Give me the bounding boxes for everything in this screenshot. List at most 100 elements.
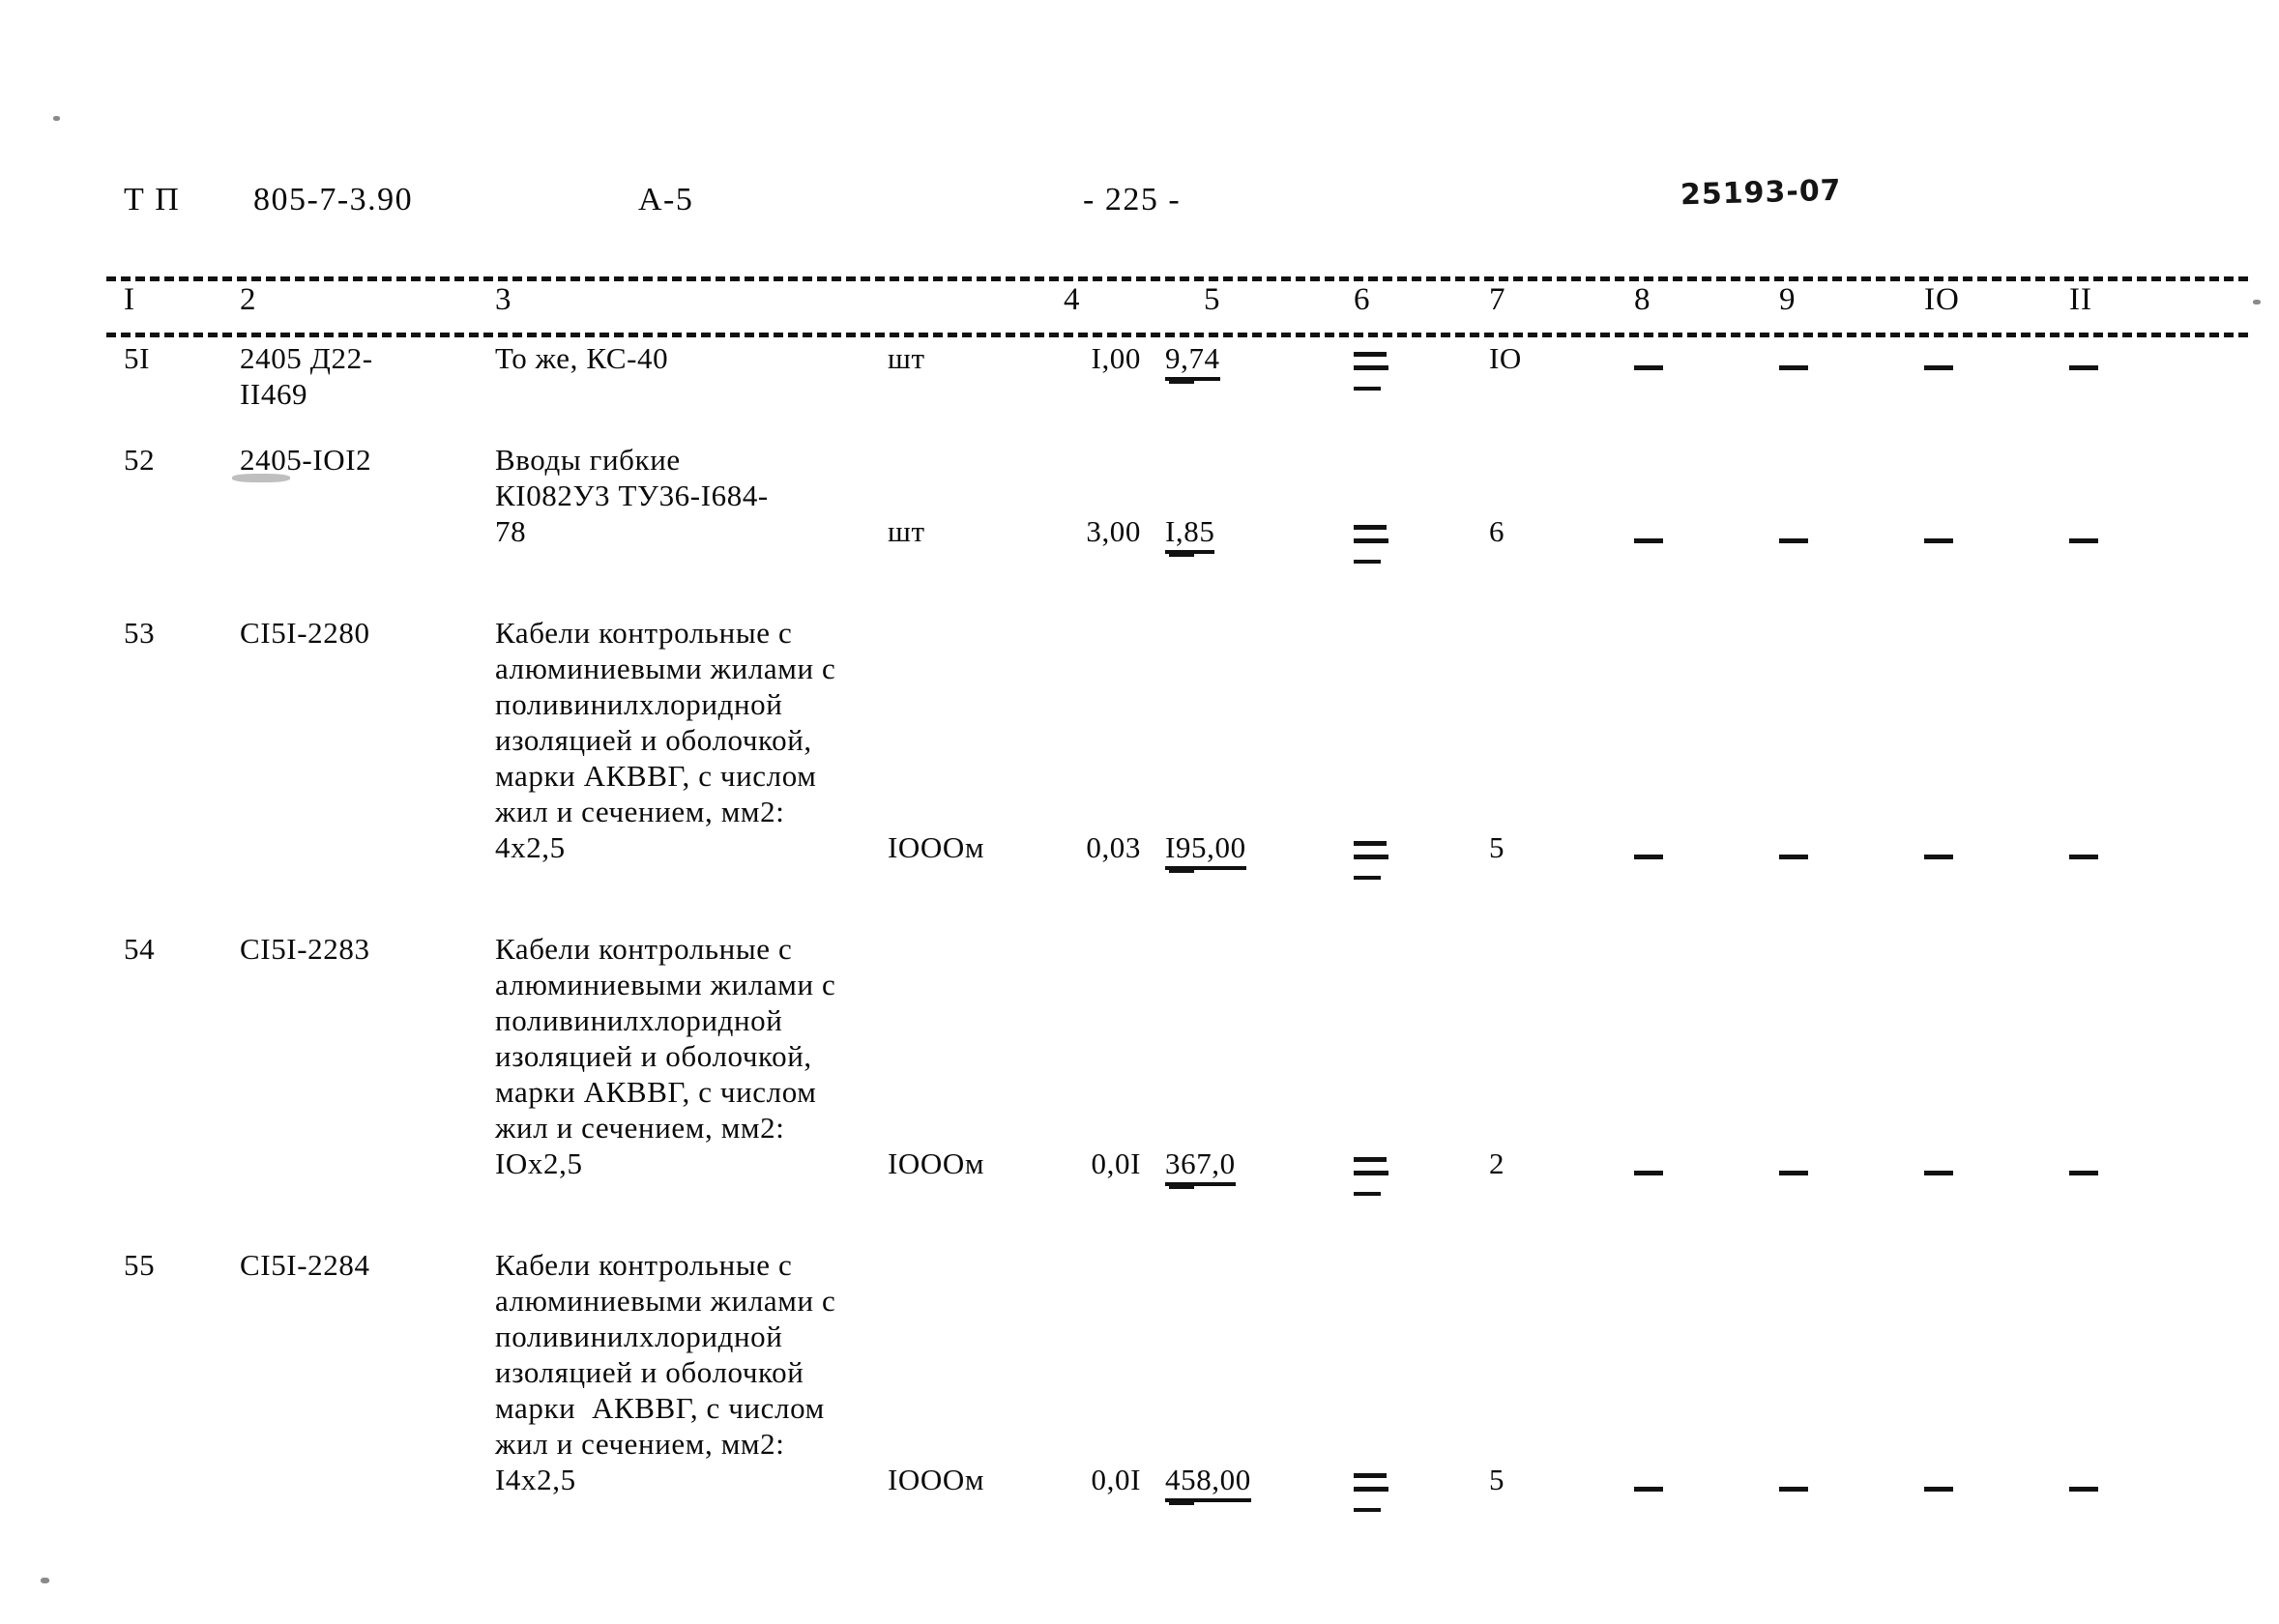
price-strike-dash [1169,868,1194,873]
row-description: Вводы гибкие КI082У3 ТУ36-I684- 78 [495,443,769,548]
row-unit: шт [888,341,925,375]
row-col7: IO [1489,341,1522,375]
row-col7: 2 [1489,1146,1505,1180]
price-strike-dash [1169,552,1194,557]
double-dash-mark [1354,1146,1388,1196]
price-strike-dash [1169,379,1194,384]
row-col10 [1924,513,1953,549]
row-number: 55 [124,1248,156,1282]
row-quantity: 0,0I [1091,1463,1141,1496]
row-description: Кабели контрольные с алюминиевыми жилами… [495,932,836,1180]
scan-speck [41,1578,49,1583]
row-description: Кабели контрольные с алюминиевыми жилами… [495,616,836,864]
row-col8 [1634,1462,1663,1497]
row-code: СI5I-2284 [240,1248,370,1282]
table-row: 5I 2405 Д22- II469 То же, КС-40 шт I,00 9,74 I… [0,340,2279,444]
row-col9 [1779,513,1808,549]
row-price-value: 9,74 [1165,340,1220,381]
column-number-10: IO [1924,282,1960,317]
column-number-6: 6 [1354,282,1371,317]
row-code: СI5I-2283 [240,932,370,966]
double-dash-mark [1354,829,1388,880]
price-strike-dash [1169,1500,1194,1505]
dash-mark [1779,1487,1808,1493]
row-quantity: 3,00 [1086,514,1141,548]
column-number-4: 4 [1064,282,1081,317]
row-price: 458,00 [1165,1462,1251,1505]
dash-mark [1779,1171,1808,1176]
row-price: I95,00 [1165,829,1246,873]
row-col6 [1354,1462,1388,1512]
row-col9 [1779,829,1808,865]
row-col6 [1354,829,1388,880]
row-price: 9,74 [1165,340,1220,384]
row-number: 53 [124,616,156,650]
dash-mark [1924,538,1953,544]
table-row: 54 СI5I-2283 Кабели контрольные с алюминие… [0,931,2279,1249]
row-price: 367,0 [1165,1146,1236,1189]
dash-mark [1924,1487,1953,1493]
row-quantity: 0,03 [1086,830,1141,864]
double-dash-mark [1354,513,1388,564]
row-number: 5I [124,341,151,375]
row-col9 [1779,1462,1808,1497]
row-col8 [1634,513,1663,549]
table-top-rule [106,276,2248,281]
row-col8 [1634,829,1663,865]
row-col7: 5 [1489,1463,1505,1496]
column-number-5: 5 [1204,282,1221,317]
row-price-value: I95,00 [1165,829,1246,870]
table-column-numbers: I 2 3 4 5 6 7 8 9 IO II [0,282,2279,333]
document-album: А-5 [638,182,694,218]
row-code: СI5I-2280 [240,616,370,650]
dash-mark [2069,1487,2098,1493]
row-number: 54 [124,932,156,966]
column-number-1: I [124,282,135,317]
dash-mark [1779,538,1808,544]
row-col10 [1924,340,1953,376]
row-col11 [2069,513,2098,549]
document-series-label: Т П [124,182,181,218]
row-col7: 5 [1489,830,1505,864]
row-col9 [1779,1146,1808,1181]
dash-mark [1924,365,1953,371]
dash-mark [1634,365,1663,371]
row-unit: шт [888,514,925,548]
dash-mark [1634,1171,1663,1176]
column-number-3: 3 [495,282,512,317]
dash-mark [2069,538,2098,544]
row-quantity: I,00 [1091,341,1141,375]
dash-mark [2069,1171,2098,1176]
row-col6 [1354,513,1388,564]
row-col11 [2069,1146,2098,1181]
document-code: 805-7-3.90 [253,182,414,218]
table-row: 55 СI5I-2284 Кабели контрольные с алюминие… [0,1247,2279,1565]
row-price-value: I,85 [1165,513,1215,554]
row-col9 [1779,340,1808,376]
column-number-7: 7 [1489,282,1506,317]
dash-mark [2069,855,2098,860]
row-col10 [1924,829,1953,865]
handwritten-stamp: 25193-07 [1680,173,1843,213]
double-dash-mark [1354,340,1388,391]
row-col10 [1924,1462,1953,1497]
dash-mark [1779,855,1808,860]
row-description: То же, КС-40 [495,341,669,375]
row-col8 [1634,1146,1663,1181]
row-unit: IOOOм [888,830,985,864]
table-row: 53 СI5I-2280 Кабели контрольные с алюминие… [0,615,2279,933]
row-quantity: 0,0I [1091,1146,1141,1180]
dash-mark [1924,1171,1953,1176]
row-col11 [2069,340,2098,376]
row-unit: IOOOм [888,1463,985,1496]
dash-mark [1634,1487,1663,1493]
table-bottom-rule [106,333,2248,337]
row-col10 [1924,1146,1953,1181]
dash-mark [1924,855,1953,860]
table-row: 52 2405-IOI2 Вводы гибкие КI082У3 ТУ36-I68… [0,442,2279,617]
row-code: 2405-IOI2 [240,443,372,477]
column-number-9: 9 [1779,282,1797,317]
column-number-8: 8 [1634,282,1651,317]
row-col6 [1354,1146,1388,1196]
scan-speck [53,116,60,121]
